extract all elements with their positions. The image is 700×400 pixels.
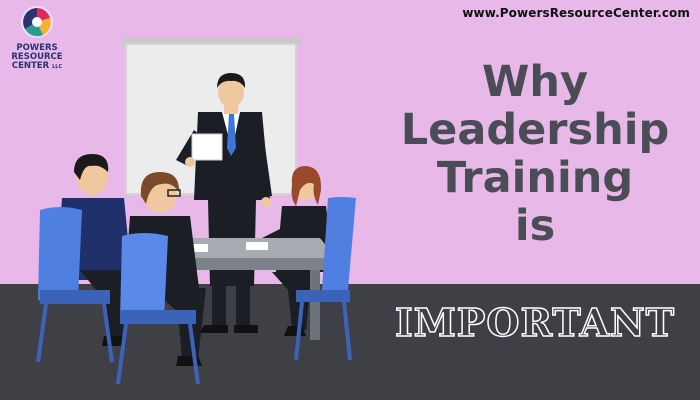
headline-emphasis: IMPORTANT	[394, 299, 676, 346]
banner: www.PowersResourceCenter.com POWERS RESO…	[0, 0, 700, 400]
headline-line-is: is	[514, 201, 556, 251]
headline-line-why: Why	[481, 57, 589, 107]
headline-line-training: Training	[436, 153, 634, 203]
headline: Why Leadership Training is	[390, 58, 680, 250]
headline-line-leadership: Leadership	[400, 105, 670, 155]
